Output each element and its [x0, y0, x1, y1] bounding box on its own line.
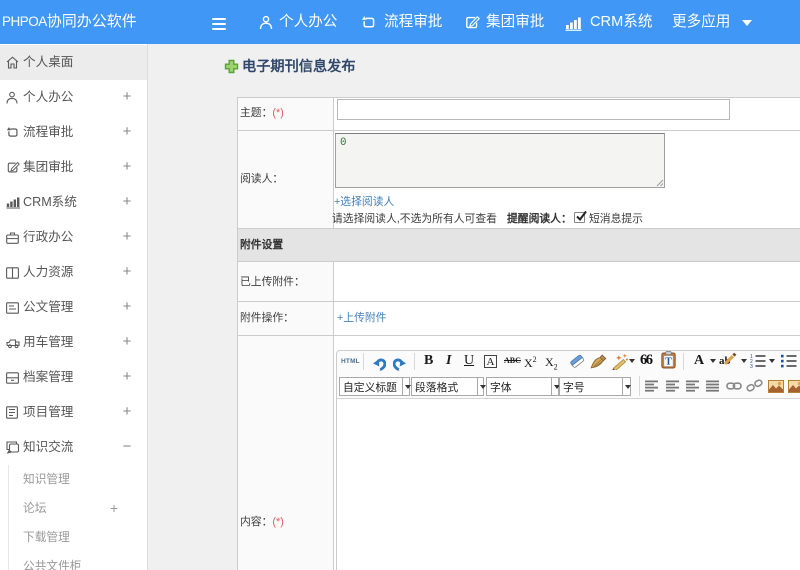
svg-text:3: 3 — [750, 364, 753, 368]
svg-text:T: T — [665, 357, 672, 368]
